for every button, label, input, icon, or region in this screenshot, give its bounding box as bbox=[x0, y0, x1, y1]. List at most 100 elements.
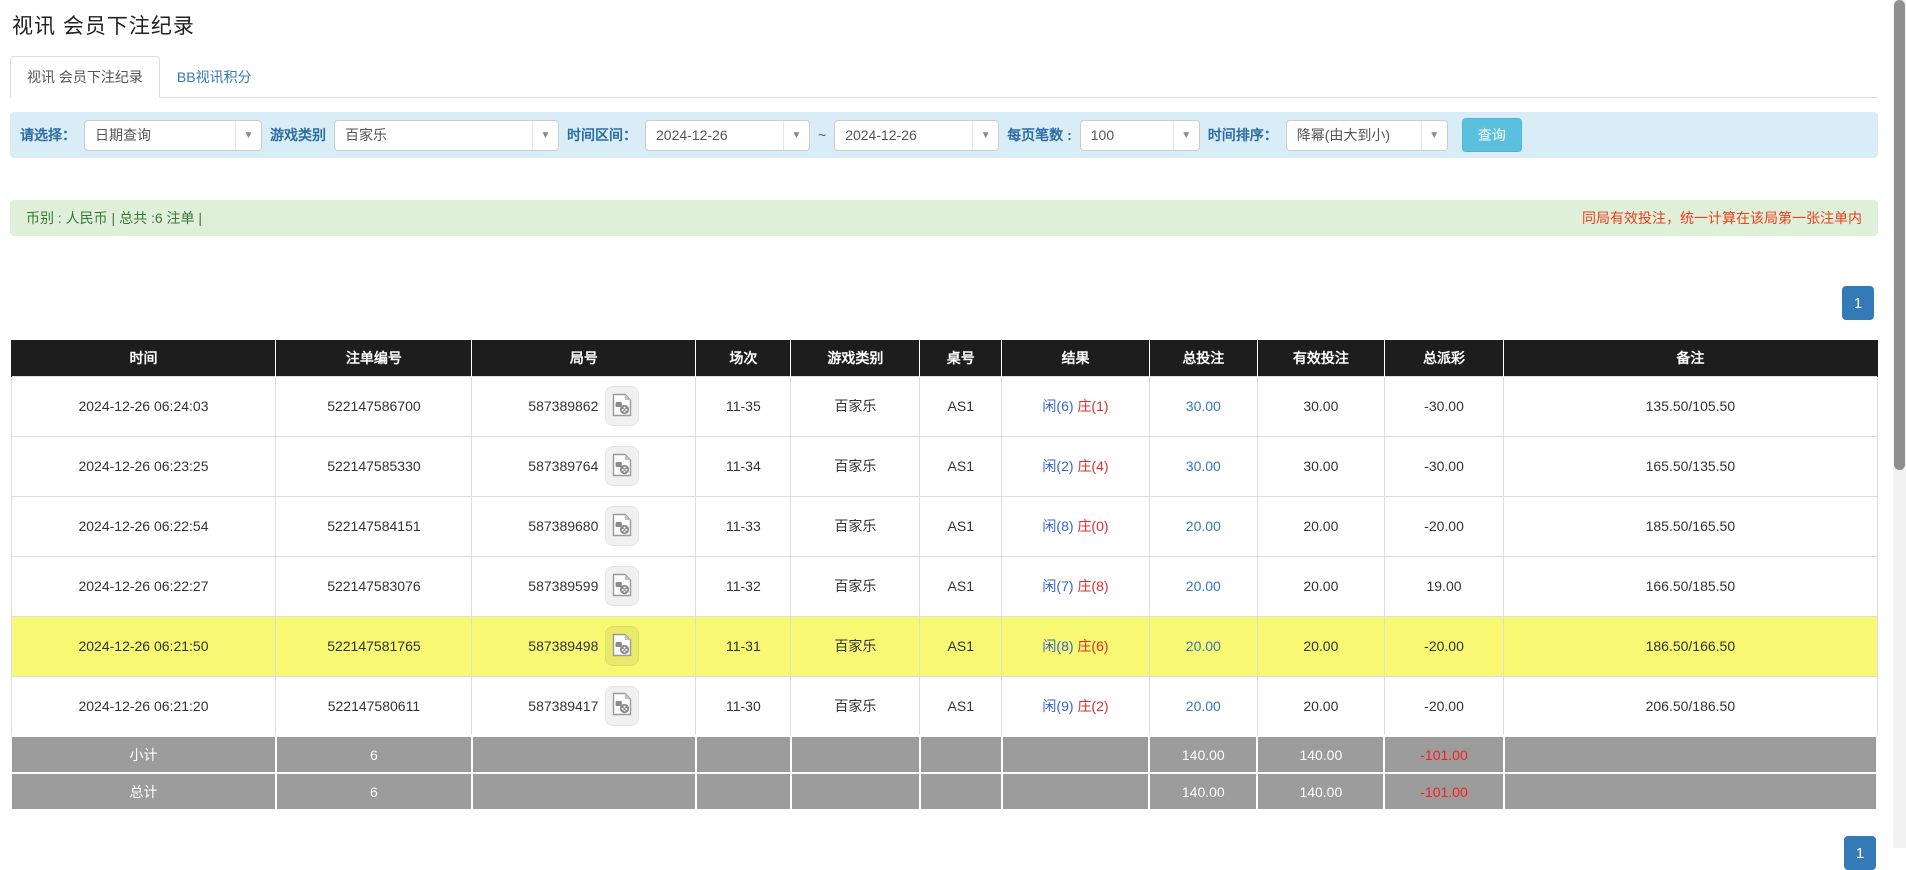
session-cell: 11-33 bbox=[696, 496, 791, 556]
scrollbar-track[interactable] bbox=[1893, 0, 1906, 848]
sort-order-value: 降幂(由大到小) bbox=[1297, 125, 1390, 145]
column-header: 有效投注 bbox=[1257, 340, 1384, 376]
video-replay-button[interactable] bbox=[605, 626, 639, 666]
total-bet-link[interactable]: 20.00 bbox=[1186, 578, 1221, 594]
game-type-cell: 百家乐 bbox=[791, 616, 920, 676]
valid-bet-cell: 20.00 bbox=[1257, 616, 1384, 676]
column-header: 桌号 bbox=[920, 340, 1002, 376]
total-bet-link[interactable]: 20.00 bbox=[1186, 518, 1221, 534]
total-bet-link[interactable]: 30.00 bbox=[1186, 458, 1221, 474]
game-type-select[interactable]: 百家乐 ▼ bbox=[334, 120, 559, 151]
table-no-cell: AS1 bbox=[920, 616, 1002, 676]
result-banker: 庄(2) bbox=[1077, 698, 1108, 714]
valid-bet-cell: 20.00 bbox=[1257, 556, 1384, 616]
tab-betting-records[interactable]: 视讯 会员下注纪录 bbox=[10, 56, 160, 98]
remark-cell: 186.50/166.50 bbox=[1504, 616, 1877, 676]
date-from-select[interactable]: 2024-12-26 ▼ bbox=[645, 120, 810, 151]
video-file-icon bbox=[612, 453, 632, 480]
summary-empty-cell bbox=[1002, 736, 1149, 773]
tab-bb-video-points[interactable]: BB视讯积分 bbox=[160, 56, 269, 98]
summary-empty-cell bbox=[920, 736, 1002, 773]
remark-cell: 166.50/185.50 bbox=[1504, 556, 1877, 616]
currency-total-text: 币别 : 人民币 | 总共 :6 注单 | bbox=[26, 208, 202, 228]
total-bet-cell: 20.00 bbox=[1149, 556, 1257, 616]
select-mode-label: 请选择： bbox=[20, 125, 76, 145]
result-cell: 闲(8) 庄(0) bbox=[1002, 496, 1149, 556]
result-banker: 庄(0) bbox=[1077, 518, 1108, 534]
round-cell: 587389764 bbox=[472, 436, 696, 496]
page-number-button[interactable]: 1 bbox=[1844, 836, 1876, 870]
game-type-cell: 百家乐 bbox=[791, 496, 920, 556]
total-bet-link[interactable]: 20.00 bbox=[1186, 698, 1221, 714]
round-cell: 587389599 bbox=[472, 556, 696, 616]
summary-valid-bet: 140.00 bbox=[1257, 736, 1384, 773]
column-header: 局号 bbox=[472, 340, 696, 376]
round-id: 587389764 bbox=[528, 458, 598, 474]
page-container: 视讯 会员下注纪录 视讯 会员下注纪录 BB视讯积分 请选择： 日期查询 ▼ 游… bbox=[0, 0, 1906, 811]
session-cell: 11-34 bbox=[696, 436, 791, 496]
table-footer: 小计6140.00140.00-101.00总计6140.00140.00-10… bbox=[11, 736, 1877, 810]
game-type-cell: 百家乐 bbox=[791, 556, 920, 616]
page-number-button[interactable]: 1 bbox=[1842, 286, 1874, 320]
video-file-icon bbox=[612, 633, 632, 660]
valid-bet-cell: 30.00 bbox=[1257, 376, 1384, 436]
chevron-down-icon: ▼ bbox=[532, 121, 558, 150]
session-cell: 11-35 bbox=[696, 376, 791, 436]
video-replay-button[interactable] bbox=[605, 566, 639, 606]
total-bet-link[interactable]: 30.00 bbox=[1186, 398, 1221, 414]
video-replay-button[interactable] bbox=[605, 386, 639, 426]
sort-order-select[interactable]: 降幂(由大到小) ▼ bbox=[1286, 120, 1448, 151]
round-id: 587389498 bbox=[528, 638, 598, 654]
summary-row: 总计6140.00140.00-101.00 bbox=[11, 773, 1877, 810]
round-cell: 587389862 bbox=[472, 376, 696, 436]
table-header: 时间注单编号局号场次游戏类别桌号结果总投注有效投注总派彩备注 bbox=[11, 340, 1877, 376]
table-no-cell: AS1 bbox=[920, 676, 1002, 736]
date-to-select[interactable]: 2024-12-26 ▼ bbox=[834, 120, 999, 151]
pagination-top: 1 bbox=[10, 286, 1878, 320]
per-page-value: 100 bbox=[1091, 127, 1114, 143]
scrollbar-thumb[interactable] bbox=[1894, 0, 1905, 470]
payout-cell: 19.00 bbox=[1384, 556, 1503, 616]
summary-payout: -101.00 bbox=[1384, 773, 1503, 810]
summary-row: 小计6140.00140.00-101.00 bbox=[11, 736, 1877, 773]
bet-id-cell: 522147585330 bbox=[276, 436, 472, 496]
payout-cell: -20.00 bbox=[1384, 616, 1503, 676]
bet-id-cell: 522147584151 bbox=[276, 496, 472, 556]
summary-empty-cell bbox=[472, 773, 696, 810]
summary-empty-cell bbox=[1504, 736, 1877, 773]
video-replay-button[interactable] bbox=[605, 686, 639, 726]
remark-cell: 135.50/105.50 bbox=[1504, 376, 1877, 436]
result-player: 闲(9) bbox=[1042, 698, 1073, 714]
records-table: 时间注单编号局号场次游戏类别桌号结果总投注有效投注总派彩备注 2024-12-2… bbox=[10, 340, 1878, 811]
table-row: 2024-12-26 06:21:50522147581765587389498… bbox=[11, 616, 1877, 676]
total-bet-cell: 20.00 bbox=[1149, 676, 1257, 736]
per-page-select[interactable]: 100 ▼ bbox=[1080, 120, 1200, 151]
game-type-cell: 百家乐 bbox=[791, 676, 920, 736]
column-header: 总投注 bbox=[1149, 340, 1257, 376]
table-no-cell: AS1 bbox=[920, 376, 1002, 436]
time-cell: 2024-12-26 06:22:27 bbox=[11, 556, 276, 616]
remark-cell: 165.50/135.50 bbox=[1504, 436, 1877, 496]
date-from-value: 2024-12-26 bbox=[656, 127, 728, 143]
round-id: 587389862 bbox=[528, 398, 598, 414]
summary-valid-bet: 140.00 bbox=[1257, 773, 1384, 810]
search-button[interactable]: 查询 bbox=[1462, 118, 1522, 152]
table-body: 2024-12-26 06:24:03522147586700587389862… bbox=[11, 376, 1877, 736]
video-file-icon bbox=[612, 692, 632, 719]
valid-bet-notice: 同局有效投注，统一计算在该局第一张注单内 bbox=[1582, 208, 1862, 228]
summary-label: 总计 bbox=[11, 773, 276, 810]
summary-empty-cell bbox=[696, 773, 791, 810]
table-row: 2024-12-26 06:22:27522147583076587389599… bbox=[11, 556, 1877, 616]
query-mode-select[interactable]: 日期查询 ▼ bbox=[84, 120, 262, 151]
video-replay-button[interactable] bbox=[605, 446, 639, 486]
video-replay-button[interactable] bbox=[605, 506, 639, 546]
valid-bet-cell: 20.00 bbox=[1257, 496, 1384, 556]
table-row: 2024-12-26 06:21:20522147580611587389417… bbox=[11, 676, 1877, 736]
query-mode-value: 日期查询 bbox=[95, 125, 151, 145]
payout-cell: -30.00 bbox=[1384, 436, 1503, 496]
session-cell: 11-32 bbox=[696, 556, 791, 616]
time-cell: 2024-12-26 06:24:03 bbox=[11, 376, 276, 436]
result-cell: 闲(8) 庄(6) bbox=[1002, 616, 1149, 676]
round-id: 587389599 bbox=[528, 578, 598, 594]
total-bet-link[interactable]: 20.00 bbox=[1186, 638, 1221, 654]
